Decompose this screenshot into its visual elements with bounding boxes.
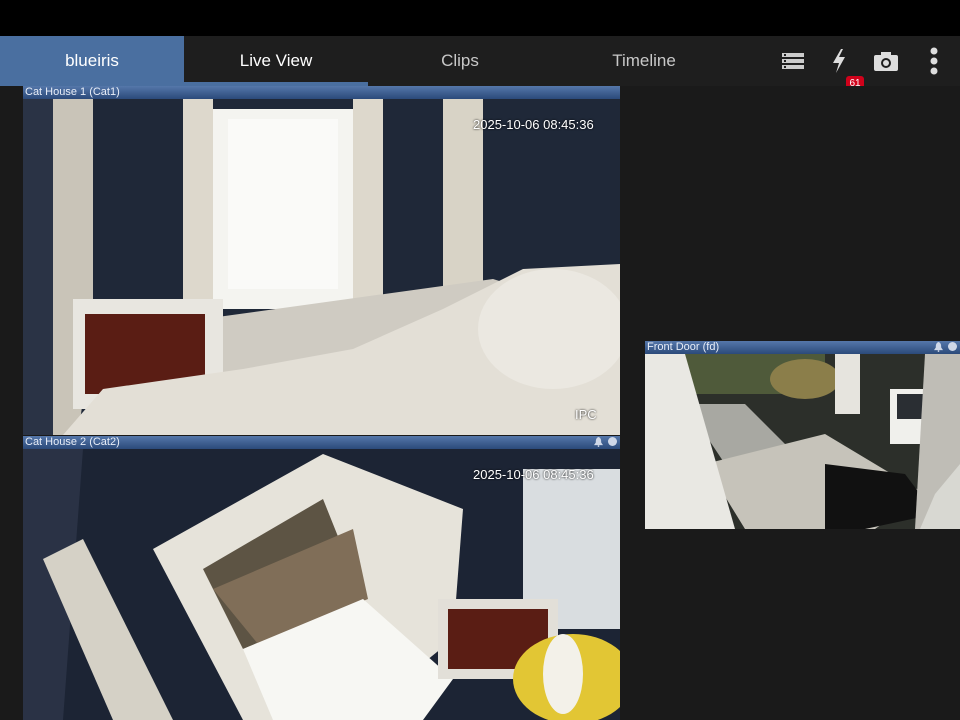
camera-title: Cat House 2 (Cat2) — [25, 436, 120, 448]
camera-tile-front-door[interactable]: Front Door (fd) — [645, 341, 960, 529]
camera-tile-cat2[interactable]: Cat House 2 (Cat2) 2025-10-06 08:45:36 — [23, 436, 620, 720]
more-menu-icon[interactable] — [919, 46, 949, 76]
camera-tile-cat1[interactable]: Cat House 1 (Cat1) 2025-10-06 08:45:36 I… — [23, 86, 620, 435]
tab-clips[interactable]: Clips — [368, 36, 552, 86]
camera-feed-image: 2025-10-06 08:45:36 IPC — [23, 99, 620, 435]
camera-header: Cat House 1 (Cat1) — [23, 86, 620, 99]
camera-feed-image: 2025-10-06 08:45:36 — [23, 449, 620, 720]
camera-timestamp: 2025-10-06 08:45:36 — [473, 117, 594, 132]
camera-title: Front Door (fd) — [647, 341, 720, 353]
camera-header: Cat House 2 (Cat2) — [23, 436, 620, 449]
camera-snapshot-icon[interactable] — [871, 46, 901, 76]
brand-label: blueiris — [65, 51, 119, 70]
tab-live-view-label: Live View — [239, 51, 313, 70]
bell-icon[interactable] — [934, 342, 943, 352]
camera-header-icons — [934, 342, 957, 352]
list-icon[interactable] — [778, 46, 808, 76]
alerts-bolt-icon[interactable] — [824, 46, 854, 76]
status-dot-icon — [608, 437, 617, 446]
camera-header-icons — [594, 437, 617, 447]
tab-timeline-label: Timeline — [612, 51, 676, 70]
camera-feed-image — [645, 354, 960, 529]
camera-timestamp: 2025-10-06 08:45:36 — [473, 467, 594, 482]
bell-icon[interactable] — [594, 437, 603, 447]
camera-source-tag: IPC — [575, 407, 597, 422]
tab-clips-label: Clips — [441, 51, 479, 70]
camera-header: Front Door (fd) — [645, 341, 960, 354]
camera-title: Cat House 1 (Cat1) — [25, 86, 120, 98]
nav-bar: blueiris Live View Clips Timeline 61 — [0, 36, 960, 90]
status-dot-icon — [948, 342, 957, 351]
top-black-bar — [0, 0, 960, 36]
brand-tab[interactable]: blueiris — [0, 36, 184, 86]
live-view-area: Cat House 1 (Cat1) 2025-10-06 08:45:36 I… — [0, 86, 960, 720]
tab-live-view[interactable]: Live View — [184, 36, 368, 86]
tab-timeline[interactable]: Timeline — [552, 36, 736, 86]
